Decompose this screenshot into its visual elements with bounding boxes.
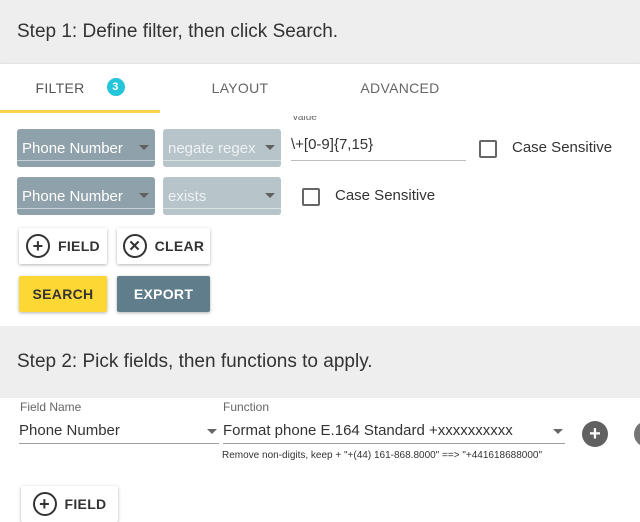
filter1-field-select[interactable]: Phone Number xyxy=(17,129,155,167)
tab-filter[interactable]: FILTER 3 xyxy=(0,64,160,112)
filter1-value-text: \+[0-9]{7,15} xyxy=(291,136,374,153)
tab-layout[interactable]: LAYOUT xyxy=(160,64,320,112)
filter1-value-input[interactable]: \+[0-9]{7,15} xyxy=(291,136,466,161)
filter1-field-value: Phone Number xyxy=(22,139,123,157)
export-button[interactable]: EXPORT xyxy=(117,276,210,312)
search-button[interactable]: SEARCH xyxy=(19,276,107,312)
filter1-value-label: Value xyxy=(292,116,317,123)
field-name-select[interactable]: Phone Number xyxy=(19,418,219,444)
chevron-down-icon xyxy=(553,429,563,434)
filter2-operator-select[interactable]: exists xyxy=(163,177,281,215)
add-field-label: FIELD xyxy=(58,238,100,254)
filter2-field-value: Phone Number xyxy=(22,187,123,205)
step2-title: Step 2: Pick fields, then functions to a… xyxy=(17,351,373,372)
export-label: EXPORT xyxy=(133,286,194,302)
filter1-operator-value: negate regex xyxy=(168,139,256,157)
plus-circle-icon: + xyxy=(26,234,51,258)
plus-icon: + xyxy=(589,422,601,445)
function-value: Format phone E.164 Standard +xxxxxxxxxx xyxy=(223,422,513,439)
add-function-button[interactable]: + xyxy=(582,421,608,447)
chevron-down-icon xyxy=(139,145,149,150)
clear-button[interactable]: ✕ CLEAR xyxy=(117,228,210,264)
clear-label: CLEAR xyxy=(154,238,205,254)
filter2-case-checkbox[interactable] xyxy=(302,188,320,206)
filter2-field-select[interactable]: Phone Number xyxy=(17,177,155,215)
field-name-value: Phone Number xyxy=(19,422,120,439)
active-tab-indicator xyxy=(0,110,160,113)
chevron-down-icon xyxy=(265,193,275,198)
chevron-down-icon xyxy=(139,193,149,198)
filter1-case-label: Case Sensitive xyxy=(512,139,613,156)
filter1-case-checkbox[interactable] xyxy=(479,140,497,158)
tab-advanced[interactable]: ADVANCED xyxy=(320,64,480,112)
add-field-button[interactable]: + FIELD xyxy=(19,228,107,264)
chevron-down-icon xyxy=(265,145,275,150)
filter2-operator-value: exists xyxy=(168,187,207,205)
tab-bar: FILTER 3 LAYOUT ADVANCED xyxy=(0,64,640,112)
filter1-operator-select[interactable]: negate regex xyxy=(163,129,281,167)
search-label: SEARCH xyxy=(32,286,94,302)
step1-header: Step 1: Define filter, then click Search… xyxy=(0,0,640,64)
step1-title: Step 1: Define filter, then click Search… xyxy=(17,21,339,42)
function-select[interactable]: Format phone E.164 Standard +xxxxxxxxxx xyxy=(223,418,565,444)
remove-function-button[interactable] xyxy=(634,421,640,447)
tab-advanced-label: ADVANCED xyxy=(360,80,440,96)
step2-add-field-label: FIELD xyxy=(64,496,107,512)
step2-add-field-button[interactable]: + FIELD xyxy=(21,486,118,522)
filter2-case-label: Case Sensitive xyxy=(335,187,436,204)
plus-circle-icon: + xyxy=(32,492,57,516)
filter-count-badge: 3 xyxy=(106,78,125,96)
function-label: Function xyxy=(223,400,270,414)
tab-filter-label: FILTER xyxy=(35,80,85,96)
field-name-label: Field Name xyxy=(20,400,82,414)
step2-header: Step 2: Pick fields, then functions to a… xyxy=(0,326,640,398)
tab-layout-label: LAYOUT xyxy=(211,80,269,96)
function-hint: Remove non-digits, keep + "+(44) 161-868… xyxy=(222,450,542,461)
close-circle-icon: ✕ xyxy=(122,234,147,258)
chevron-down-icon xyxy=(207,429,217,434)
